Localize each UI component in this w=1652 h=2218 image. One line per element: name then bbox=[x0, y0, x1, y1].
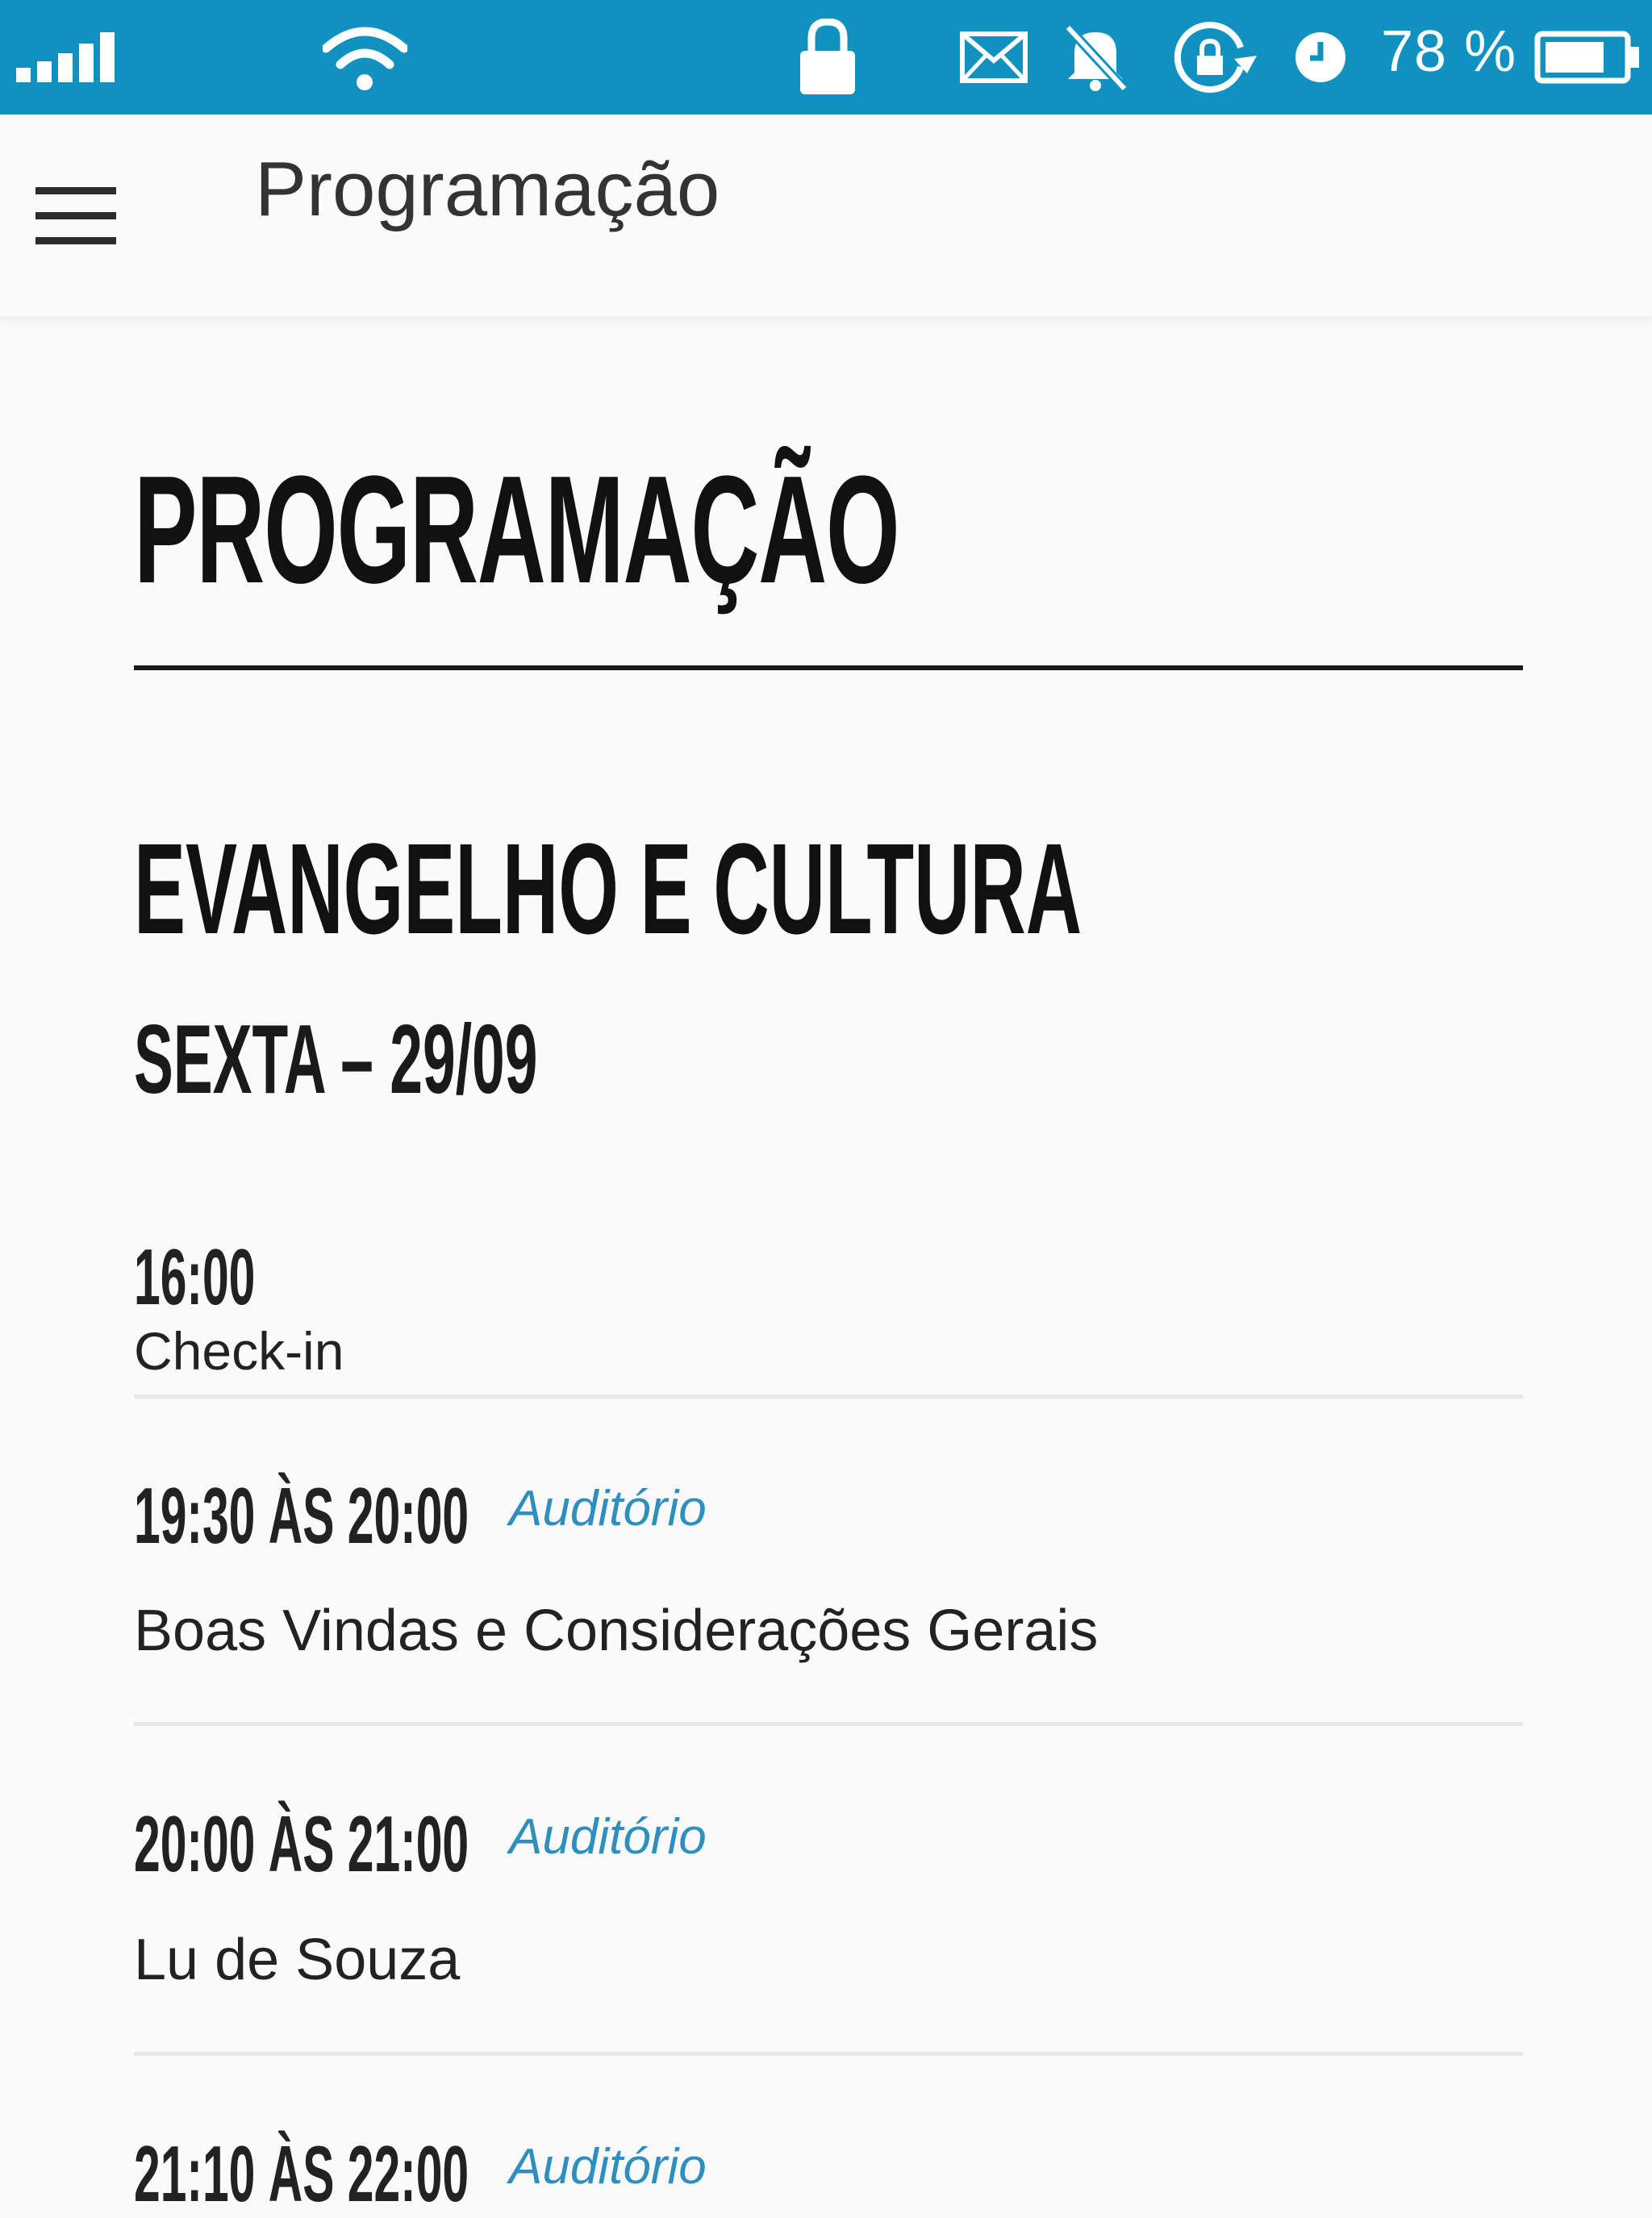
clock-icon bbox=[1294, 0, 1347, 115]
divider bbox=[134, 2052, 1523, 2056]
day-title: SEXTA – 29/09 bbox=[134, 1004, 538, 1114]
schedule-title: Lu de Souza bbox=[134, 1928, 461, 1992]
event-title: EVANGELHO E CULTURA bbox=[134, 816, 1083, 961]
app-bar: Programação bbox=[0, 115, 1652, 316]
page-heading: PROGRAMAÇÃO bbox=[134, 444, 900, 615]
menu-button[interactable] bbox=[29, 171, 124, 260]
schedule-location-link[interactable]: Auditório bbox=[509, 1484, 707, 1534]
heading-divider bbox=[134, 665, 1523, 670]
battery-percentage: 78 % bbox=[1381, 19, 1517, 84]
battery-icon bbox=[1534, 0, 1642, 115]
divider bbox=[134, 1722, 1523, 1726]
schedule-location-link[interactable]: Auditório bbox=[509, 2142, 707, 2192]
schedule-time: 19:30 ÀS 20:00 bbox=[134, 1471, 469, 1560]
schedule-time: 21:10 ÀS 22:00 bbox=[134, 2129, 469, 2218]
wifi-icon bbox=[323, 0, 407, 115]
schedule-title: Check-in bbox=[134, 1321, 344, 1381]
notifications-off-icon bbox=[1063, 0, 1128, 115]
schedule-time: 20:00 ÀS 21:00 bbox=[134, 1799, 469, 1888]
schedule-time: 16:00 bbox=[134, 1232, 256, 1321]
screen-rotation-lock-icon bbox=[1170, 0, 1258, 115]
lock-icon bbox=[799, 0, 857, 115]
status-bar: 78 % bbox=[0, 0, 1652, 115]
app-title: Programação bbox=[255, 146, 720, 232]
schedule-title: Boas Vindas e Considerações Gerais bbox=[134, 1599, 1099, 1663]
signal-icon bbox=[16, 0, 117, 115]
divider bbox=[134, 1395, 1523, 1399]
menu-icon bbox=[35, 186, 116, 194]
schedule-location-link[interactable]: Auditório bbox=[509, 1812, 707, 1862]
mail-icon bbox=[960, 0, 1028, 115]
